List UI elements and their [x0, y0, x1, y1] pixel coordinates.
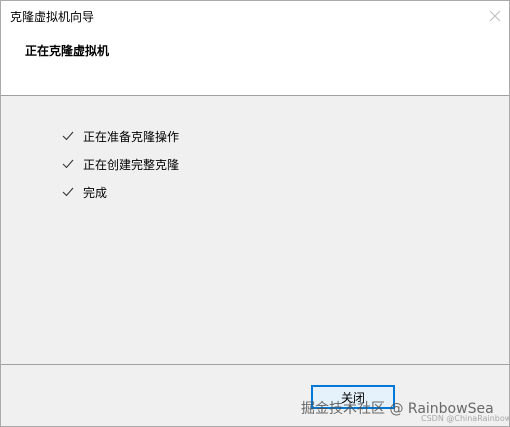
watermark-subtext: CSDN @ChinaRainbowSea: [421, 414, 509, 423]
step-item-prepare: 正在准备克隆操作: [61, 122, 179, 150]
title-bar: 克隆虚拟机向导: [1, 1, 509, 31]
wizard-header: 正在克隆虚拟机: [1, 31, 509, 96]
step-list: 正在准备克隆操作 正在创建完整克隆 完成: [61, 122, 179, 206]
step-item-create: 正在创建完整克隆: [61, 150, 179, 178]
clone-wizard-window: 克隆虚拟机向导 正在克隆虚拟机 正在准备克隆操作 正在创建完整克隆 完成 关闭 …: [0, 0, 510, 427]
checkmark-icon: [61, 157, 75, 171]
step-item-done: 完成: [61, 178, 179, 206]
checkmark-icon: [61, 129, 75, 143]
checkmark-icon: [61, 185, 75, 199]
step-label: 正在创建完整克隆: [83, 157, 180, 172]
page-title: 正在克隆虚拟机: [25, 44, 110, 58]
step-label: 完成: [83, 185, 108, 200]
close-icon-glyph: [489, 10, 501, 22]
window-title: 克隆虚拟机向导: [10, 10, 95, 24]
step-label: 正在准备克隆操作: [83, 129, 180, 144]
close-icon[interactable]: [484, 5, 506, 27]
